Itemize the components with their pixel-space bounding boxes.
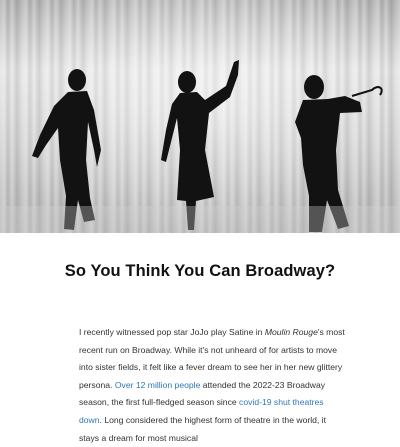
hero-image (0, 0, 400, 233)
paragraph-text: I recently witnessed pop star JoJo play … (79, 327, 265, 337)
show-title-emphasis: Moulin Rouge (264, 327, 318, 337)
dancers-silhouette (0, 0, 400, 233)
article-title: So You Think You Can Broadway? (64, 262, 336, 280)
paragraph-text: . Long considered the highest form of th… (79, 414, 326, 443)
article-paragraph: I recently witnessed pop star JoJo play … (79, 324, 347, 447)
attendance-link[interactable]: Over 12 million people (115, 380, 201, 390)
